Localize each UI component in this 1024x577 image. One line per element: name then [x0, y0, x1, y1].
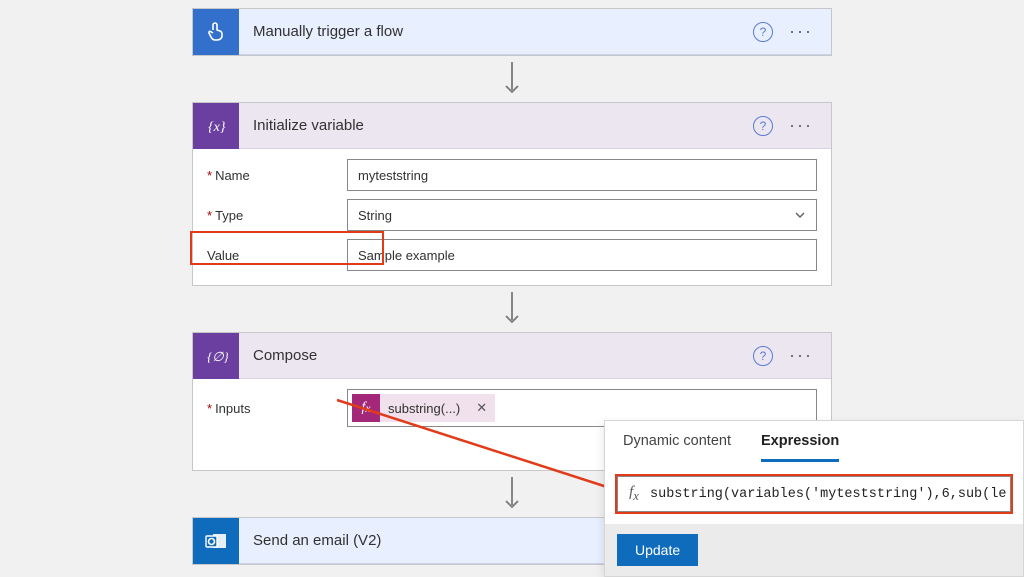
- value-input[interactable]: [347, 239, 817, 271]
- compose-header[interactable]: {∅} Compose ? ···: [193, 333, 831, 379]
- help-icon[interactable]: ?: [753, 22, 773, 42]
- help-icon[interactable]: ?: [753, 116, 773, 136]
- help-icon[interactable]: ?: [753, 346, 773, 366]
- tab-dynamic-content[interactable]: Dynamic content: [623, 433, 731, 462]
- outlook-icon: [193, 518, 239, 564]
- token-remove-icon[interactable]: ✕: [468, 400, 495, 416]
- name-label: *Name: [207, 168, 347, 183]
- update-button[interactable]: Update: [617, 534, 698, 566]
- compose-title: Compose: [239, 347, 753, 364]
- menu-icon[interactable]: ···: [785, 21, 817, 42]
- touch-icon: [193, 9, 239, 55]
- fx-icon: fx: [618, 484, 650, 504]
- expression-input[interactable]: fx substring(variables('myteststring'),6…: [617, 476, 1011, 512]
- trigger-header[interactable]: Manually trigger a flow ? ···: [193, 9, 831, 55]
- arrow-down-icon: [500, 62, 524, 96]
- expression-token[interactable]: fx substring(...) ✕: [352, 394, 495, 422]
- name-input[interactable]: [347, 159, 817, 191]
- initialize-title: Initialize variable: [239, 117, 753, 134]
- arrow-down-icon: [500, 477, 524, 511]
- inputs-label: *Inputs: [207, 401, 347, 416]
- expression-panel: Dynamic content Expression fx substring(…: [604, 420, 1024, 577]
- fx-icon: fx: [352, 394, 380, 422]
- type-select[interactable]: String: [347, 199, 817, 231]
- trigger-title: Manually trigger a flow: [239, 23, 753, 40]
- menu-icon[interactable]: ···: [785, 115, 817, 136]
- chevron-down-icon: [794, 209, 806, 221]
- initialize-card: {x} Initialize variable ? ··· *Name *Typ…: [192, 102, 832, 286]
- compose-icon: {∅}: [193, 333, 239, 379]
- initialize-header[interactable]: {x} Initialize variable ? ···: [193, 103, 831, 149]
- menu-icon[interactable]: ···: [785, 345, 817, 366]
- variable-icon: {x}: [193, 103, 239, 149]
- tab-expression[interactable]: Expression: [761, 433, 839, 462]
- value-label: Value: [207, 248, 347, 263]
- arrow-down-icon: [500, 292, 524, 326]
- svg-text:{∅}: {∅}: [207, 349, 228, 364]
- svg-text:{x}: {x}: [208, 120, 226, 135]
- trigger-card[interactable]: Manually trigger a flow ? ···: [192, 8, 832, 56]
- type-label: *Type: [207, 208, 347, 223]
